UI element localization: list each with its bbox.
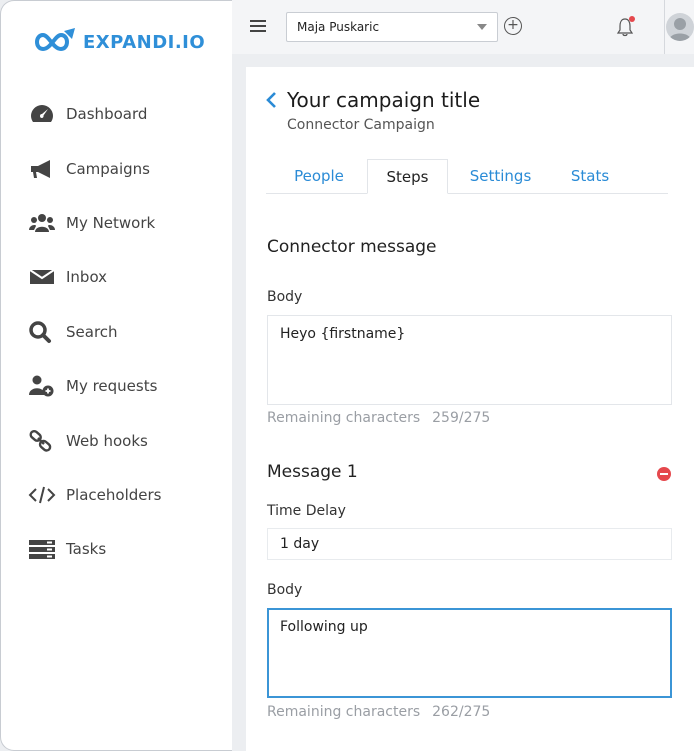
dashboard-icon bbox=[28, 101, 58, 127]
sidebar-nav: Dashboard Campaigns My Network Inbox Sea… bbox=[1, 87, 233, 577]
page-title: Your campaign title bbox=[287, 88, 481, 112]
account-select-value: Maja Puskaric bbox=[297, 20, 380, 34]
avatar-icon[interactable] bbox=[666, 13, 694, 41]
notification-badge bbox=[629, 16, 635, 22]
sidebar-item-my-requests[interactable]: My requests bbox=[1, 359, 233, 413]
sidebar-item-inbox[interactable]: Inbox bbox=[1, 250, 233, 304]
sidebar-item-label: Inbox bbox=[66, 268, 108, 287]
envelope-icon bbox=[28, 264, 58, 290]
sidebar-item-label: Tasks bbox=[66, 540, 107, 559]
connector-remaining: Remaining characters 259/275 bbox=[267, 410, 490, 426]
sidebar-item-label: Campaigns bbox=[66, 159, 151, 178]
sidebar-item-campaigns[interactable]: Campaigns bbox=[1, 141, 233, 195]
campaign-tabs: People Steps Settings Stats bbox=[266, 159, 668, 194]
message-1-remaining: Remaining characters 262/275 bbox=[267, 704, 490, 720]
topbar: Maja Puskaric + bbox=[232, 0, 694, 54]
time-delay-field[interactable]: 1 day bbox=[267, 528, 672, 560]
sidebar-item-search[interactable]: Search bbox=[1, 305, 233, 359]
sidebar-item-dashboard[interactable]: Dashboard bbox=[1, 87, 233, 141]
message-1-heading: Message 1 bbox=[267, 462, 358, 482]
message-1-body-label: Body bbox=[267, 582, 303, 598]
sidebar-item-label: Search bbox=[66, 322, 118, 341]
users-icon bbox=[28, 210, 58, 236]
caret-down-icon bbox=[477, 24, 487, 30]
campaign-type: Connector Campaign bbox=[287, 117, 435, 133]
connector-body-field[interactable]: Heyo {firstname} bbox=[267, 315, 672, 405]
sidebar-item-label: My Network bbox=[66, 213, 156, 232]
code-icon bbox=[28, 482, 58, 508]
sidebar-item-my-network[interactable]: My Network bbox=[1, 196, 233, 250]
remaining-count: 259/275 bbox=[432, 410, 491, 426]
tab-people[interactable]: People bbox=[288, 159, 350, 194]
campaign-editor: Your campaign title Connector Campaign P… bbox=[246, 67, 694, 751]
search-icon bbox=[28, 319, 58, 345]
megaphone-icon bbox=[28, 156, 58, 182]
sidebar: EXPANDI.IO Dashboard Campaigns My Networ… bbox=[0, 0, 232, 751]
remaining-label: Remaining characters bbox=[267, 704, 421, 720]
tab-settings[interactable]: Settings bbox=[465, 159, 536, 194]
message-1-body-field[interactable]: Following up bbox=[267, 608, 672, 698]
link-icon bbox=[28, 428, 58, 454]
chevron-left-icon[interactable] bbox=[264, 90, 278, 110]
sidebar-item-web-hooks[interactable]: Web hooks bbox=[1, 413, 233, 467]
remaining-label: Remaining characters bbox=[267, 410, 421, 426]
tab-steps[interactable]: Steps bbox=[367, 159, 448, 194]
sidebar-item-tasks[interactable]: Tasks bbox=[1, 522, 233, 576]
sidebar-item-label: Dashboard bbox=[66, 105, 148, 124]
topbar-divider bbox=[664, 0, 665, 54]
menu-icon[interactable] bbox=[250, 20, 266, 32]
connector-body-label: Body bbox=[267, 289, 303, 305]
tab-stats[interactable]: Stats bbox=[567, 159, 613, 194]
account-select[interactable]: Maja Puskaric bbox=[286, 12, 498, 42]
sidebar-item-label: Placeholders bbox=[66, 485, 162, 504]
sidebar-item-placeholders[interactable]: Placeholders bbox=[1, 468, 233, 522]
brand-name: EXPANDI.IO bbox=[83, 31, 206, 53]
connector-heading: Connector message bbox=[267, 237, 437, 257]
user-plus-icon bbox=[28, 373, 58, 399]
sidebar-item-label: My requests bbox=[66, 377, 158, 396]
sidebar-item-label: Web hooks bbox=[66, 431, 148, 450]
rocket-loop-icon bbox=[35, 28, 75, 52]
remove-message-button[interactable] bbox=[657, 467, 671, 481]
brand-logo[interactable]: EXPANDI.IO bbox=[31, 27, 205, 57]
time-delay-label: Time Delay bbox=[267, 503, 346, 519]
plus-circle-icon[interactable]: + bbox=[504, 17, 522, 35]
remaining-count: 262/275 bbox=[432, 704, 491, 720]
server-icon bbox=[28, 536, 58, 562]
